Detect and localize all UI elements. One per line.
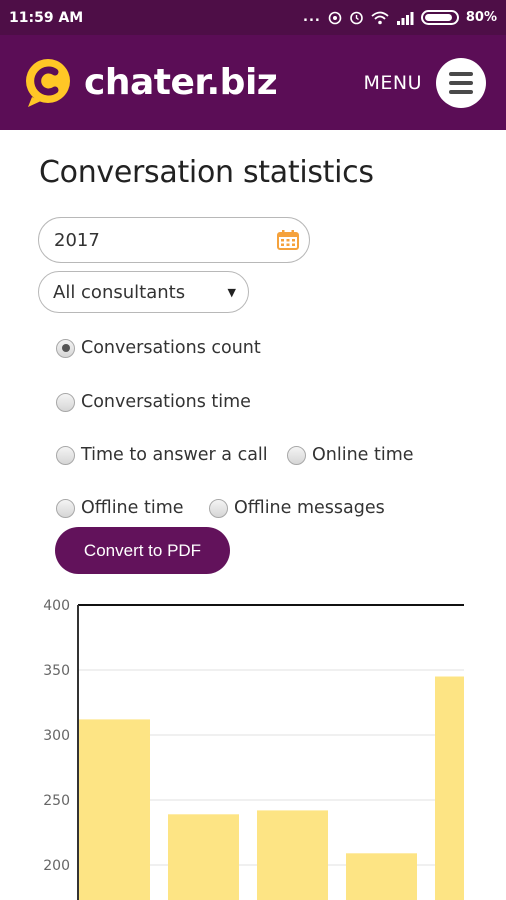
option-time-to-answer[interactable]: Time to answer a call <box>56 445 268 465</box>
chart-bar <box>346 853 417 900</box>
wifi-icon <box>371 11 389 24</box>
bar-chart: 400 350 300 250 200 <box>43 598 464 900</box>
app-header: chater.biz MENU <box>0 35 506 130</box>
alarm-icon <box>350 11 363 25</box>
radio-offline-messages[interactable] <box>209 498 228 518</box>
statistics-chart: 400 350 300 250 200 <box>0 590 506 900</box>
status-bar: 11:59 AM ... 80% <box>0 0 506 35</box>
calendar-icon[interactable] <box>277 230 299 250</box>
radio-time-to-answer[interactable] <box>56 445 75 465</box>
option-label: Conversations count <box>81 338 261 358</box>
hamburger-icon[interactable] <box>436 57 486 108</box>
battery-percent: 80% <box>465 10 497 25</box>
brand-name: chater.biz <box>84 62 278 103</box>
year-date-input[interactable]: 2017 <box>38 217 310 263</box>
status-icons: ... 80% <box>303 10 497 25</box>
chart-bar <box>79 719 150 900</box>
status-time: 11:59 AM <box>9 9 84 26</box>
option-online-time[interactable]: Online time <box>287 445 414 465</box>
option-offline-messages[interactable]: Offline messages <box>209 498 385 518</box>
radio-conversations-count[interactable] <box>56 338 75 358</box>
option-conversations-count[interactable]: Conversations count <box>56 338 261 358</box>
battery-icon <box>420 10 459 25</box>
menu-label: MENU <box>363 71 422 94</box>
radio-offline-time[interactable] <box>56 498 75 518</box>
sync-icon <box>328 11 342 24</box>
option-label: Conversations time <box>81 392 251 412</box>
consultant-value: All consultants <box>53 281 186 303</box>
option-offline-time[interactable]: Offline time <box>56 498 184 518</box>
consultant-select[interactable]: All consultants ▼ <box>38 271 249 313</box>
y-tick-label: 350 <box>43 663 70 679</box>
option-label: Time to answer a call <box>81 445 268 465</box>
radio-online-time[interactable] <box>287 445 306 465</box>
option-label: Online time <box>312 445 414 465</box>
option-conversations-time[interactable]: Conversations time <box>56 392 251 412</box>
menu-toggle[interactable]: MENU <box>363 57 486 108</box>
convert-to-pdf-button[interactable]: Convert to PDF <box>55 527 230 574</box>
option-label: Offline time <box>81 498 184 518</box>
chevron-down-icon: ▼ <box>227 285 236 299</box>
radio-conversations-time[interactable] <box>56 392 75 412</box>
y-tick-label: 300 <box>43 728 70 744</box>
option-label: Offline messages <box>234 498 385 518</box>
chater-logo-icon <box>26 58 70 107</box>
chart-bar <box>435 676 464 900</box>
signal-icon <box>396 11 414 25</box>
chart-bar <box>168 814 239 900</box>
y-tick-label: 400 <box>43 598 70 614</box>
year-value: 2017 <box>54 229 100 251</box>
brand-logo-link[interactable]: chater.biz <box>22 57 278 109</box>
chart-bar <box>257 810 328 900</box>
page-title: Conversation statistics <box>39 155 374 190</box>
y-tick-label: 250 <box>43 793 70 809</box>
notification-dots: ... <box>303 10 321 25</box>
y-tick-label: 200 <box>43 858 70 874</box>
